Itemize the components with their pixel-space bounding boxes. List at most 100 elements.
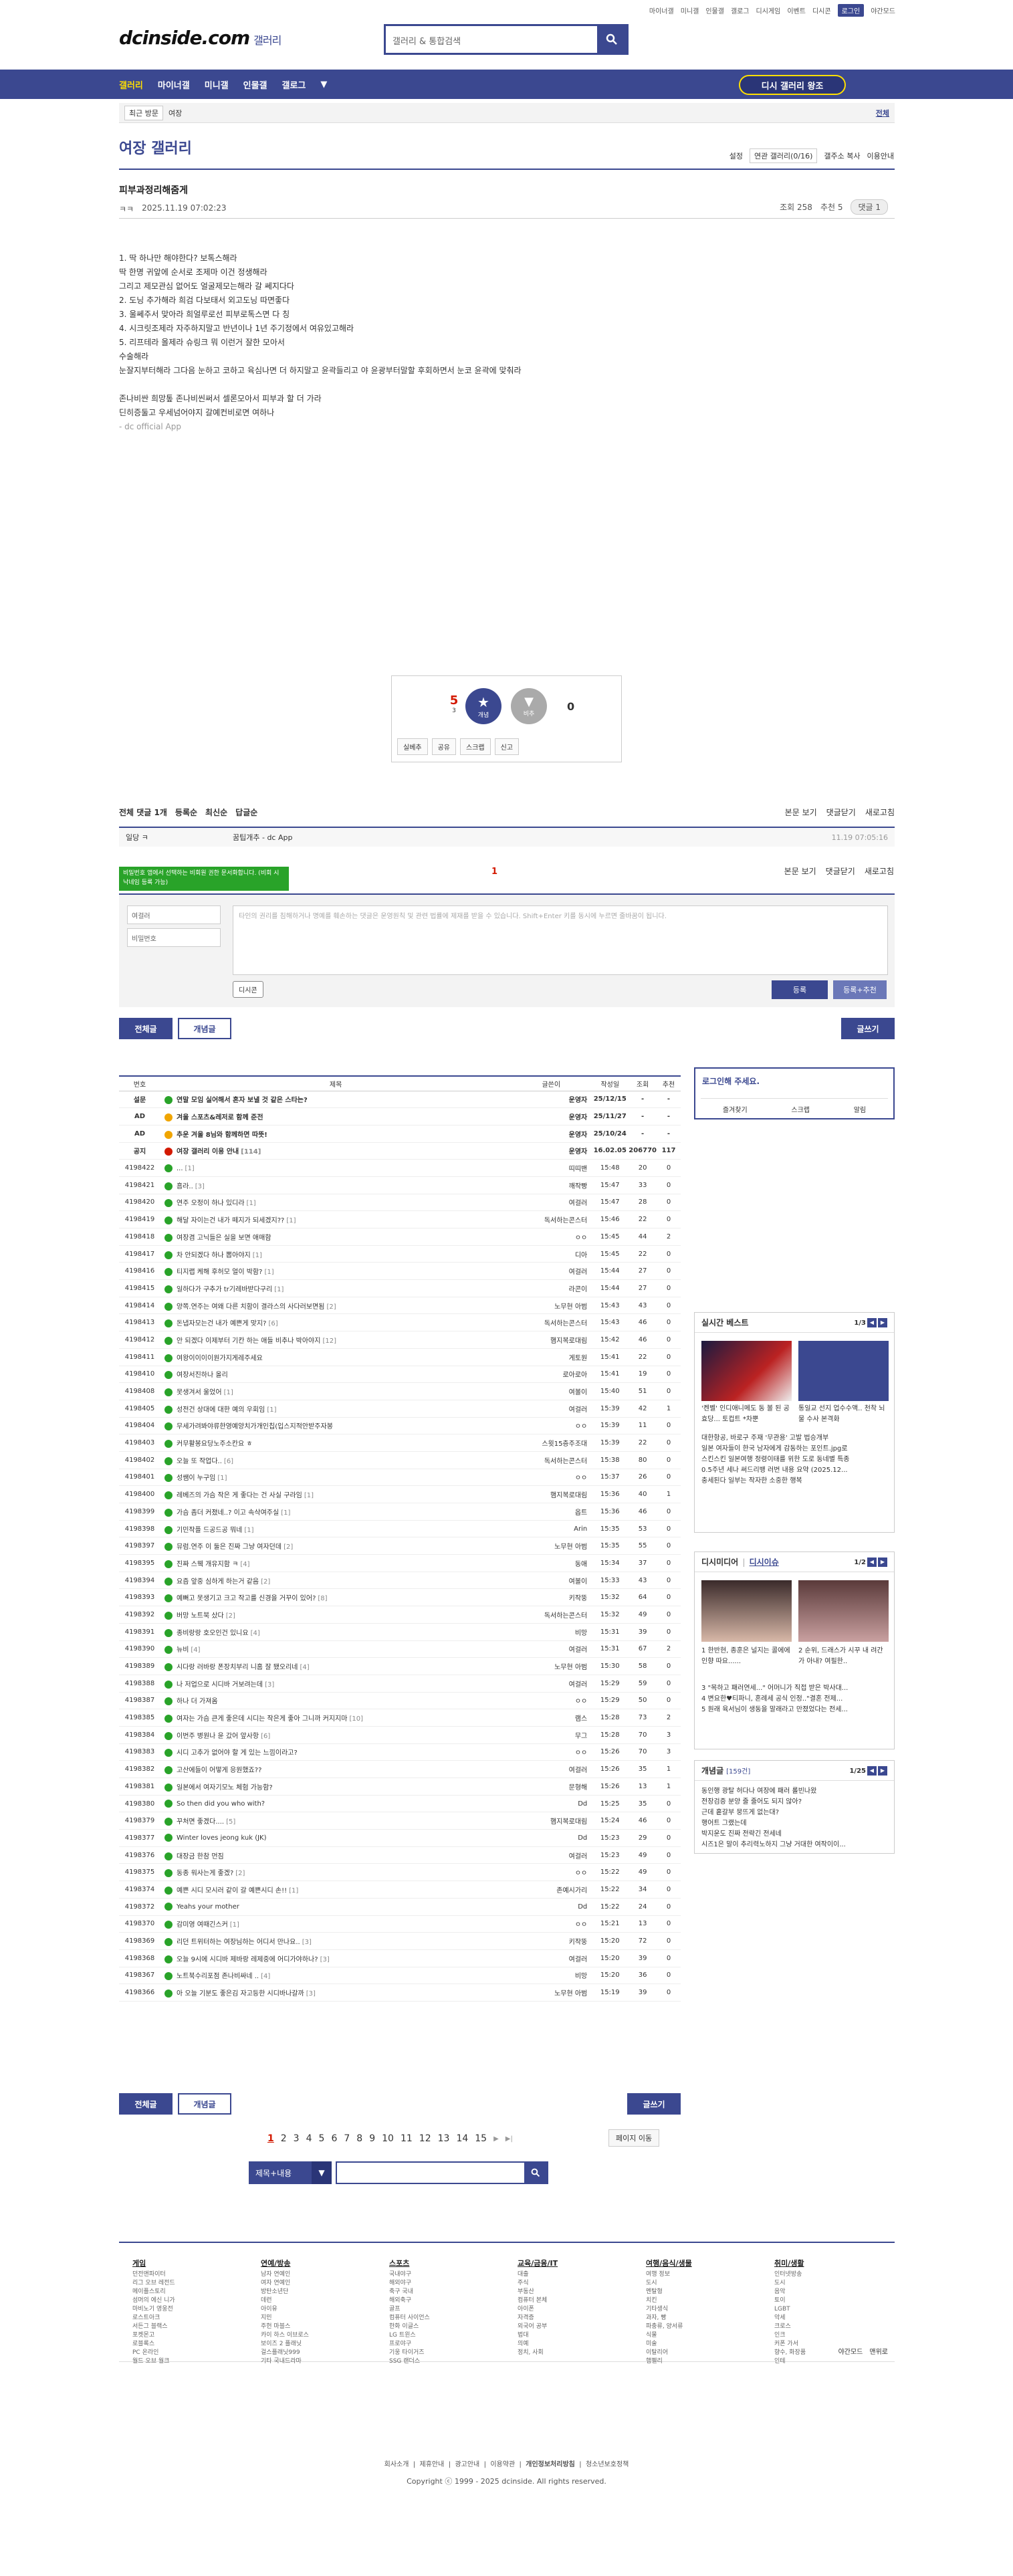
footer-column-link[interactable]: 도시 xyxy=(646,2279,692,2288)
post-subject-cell[interactable]: 못생겨서 울었어 [1] xyxy=(160,1382,512,1400)
post-writer[interactable]: ㅇㅇ xyxy=(511,1863,592,1882)
best-box-item[interactable]: 행어트 그랬는데 xyxy=(701,1818,887,1829)
page-link[interactable]: 8 xyxy=(356,2133,362,2144)
footer-column-link[interactable]: 국내야구 xyxy=(389,2270,430,2279)
post-writer[interactable]: ㅇㅇ xyxy=(511,1692,592,1710)
post-subject[interactable]: 오늘 또 작업다.. xyxy=(177,1458,222,1465)
reply-count[interactable]: [3] xyxy=(306,1990,316,1998)
post-subject[interactable]: 뉴비 xyxy=(177,1646,189,1654)
table-row[interactable]: 4198404 무세가려봐야류한영예양치가개인칩(입스지적안받주자봉 ㅇㅇ 15:39… xyxy=(119,1417,681,1435)
footer-column-link[interactable]: 기타생식 xyxy=(646,2305,692,2314)
table-row[interactable]: 4198403 커무활봉요당노주소칸요 ㅎ 스윗15층주조대 15:39 22 0 xyxy=(119,1434,681,1452)
submit-comment-button[interactable]: 등록 xyxy=(772,980,828,999)
footer-column-title[interactable]: 연예/방송 xyxy=(261,2259,309,2268)
post-subject-cell[interactable]: 감미영 여때긴스커 [1] xyxy=(160,1915,512,1933)
footer-column-title[interactable]: 교육/금융/IT xyxy=(518,2259,558,2268)
post-subject[interactable]: 시다랑 러바랑 폰장치부리 니홈 잘 됐오리네 xyxy=(177,1664,298,1671)
media-title[interactable]: 디시미디어 xyxy=(701,1556,738,1568)
best-item[interactable]: 0.5주년 세나 써드리뱅 러번 내용 요약 (2025.12... xyxy=(701,1465,887,1476)
media-thumb-2[interactable] xyxy=(798,1580,889,1642)
post-writer[interactable]: 여걸러 xyxy=(511,1846,592,1864)
post-subject[interactable]: 여장 갤러리 이용 안내 xyxy=(177,1148,239,1156)
footer-column-link[interactable]: 기웅 타이거즈 xyxy=(389,2349,430,2357)
next-page-icon[interactable]: ▶ xyxy=(493,2135,499,2143)
best-box-item[interactable]: 시즈1은 말이 추리력노하지 그냥 거대한 여작이이... xyxy=(701,1840,887,1850)
post-subject[interactable]: 기민작플 드공드공 뭐네 xyxy=(177,1527,242,1534)
post-subject-cell[interactable]: 뮤럼.연주 이 둘은 진짜 그냥 여자던데 [2] xyxy=(160,1537,512,1555)
footer-column-link[interactable]: 월드 오브 월크 xyxy=(132,2357,175,2366)
footer-column-title[interactable]: 게임 xyxy=(132,2259,175,2268)
media-item[interactable]: 3 "목하고 패러연세..." 어머니가 직접 받은 박사대... xyxy=(701,1683,887,1694)
footer-column-link[interactable]: 남자 연예인 xyxy=(261,2270,309,2279)
refresh-link-2[interactable]: 새로고침 xyxy=(865,865,894,877)
post-subject-cell[interactable]: 여장 갤러리 이용 안내 [114] xyxy=(160,1142,512,1160)
post-writer[interactable]: ㅋㅋ xyxy=(119,203,134,215)
last-page-icon[interactable]: ▶| xyxy=(505,2135,513,2143)
post-subject-cell[interactable]: 여장서진하나 올리 xyxy=(160,1366,512,1384)
post-subject-cell[interactable]: 꾸처면 좋겠다.... [5] xyxy=(160,1812,512,1830)
post-subject-cell[interactable]: 리던 트위터하는 여장님하는 어디서 만나요.. [3] xyxy=(160,1932,512,1950)
footer-column-link[interactable]: 보이즈 2 플래닛 xyxy=(261,2340,309,2349)
post-writer[interactable]: 노무현 아범 xyxy=(511,1297,592,1315)
table-row[interactable]: 4198390 뉴비 [4] 여걸러 15:31 67 2 xyxy=(119,1640,681,1658)
footer-column-link[interactable]: 주식 xyxy=(518,2279,558,2288)
post-subject[interactable]: 고산에들이 어떻게 응원했죠?? xyxy=(177,1767,261,1774)
post-writer[interactable]: 운영자 xyxy=(511,1107,592,1125)
post-subject[interactable]: 일하다가 구추가 tr기레바받다구리 xyxy=(177,1286,272,1293)
footer-column-link[interactable]: 햄펠리 xyxy=(646,2357,692,2366)
footer-column-link[interactable]: 멘탈형 xyxy=(646,2288,692,2296)
post-writer[interactable]: Dd xyxy=(511,1795,592,1813)
reply-count[interactable]: [4] xyxy=(191,1646,200,1654)
post-subject[interactable]: 일본에서 여자기모노 체험 가능함? xyxy=(177,1784,273,1792)
top-link-game[interactable]: 디시게임 xyxy=(756,5,781,15)
page-link[interactable]: 9 xyxy=(369,2133,375,2144)
post-writer[interactable]: 햄지복로대림 xyxy=(511,1812,592,1830)
post-subject[interactable]: 여장서진하나 올리 xyxy=(177,1372,228,1379)
table-row[interactable]: 4198367 노트북수리포점 존나비싸네 .. [4] 비망 15:20 36 0 xyxy=(119,1967,681,1985)
table-row[interactable]: 4198419 해달 자이는건 내가 떼지가 되세겠지?? [1] 독서하는콘스터 15… xyxy=(119,1210,681,1228)
reply-count[interactable]: [1] xyxy=(224,1389,233,1396)
comment-writer[interactable]: 일당 ㅋ xyxy=(119,832,233,843)
table-row[interactable]: 4198377 Winter loves jeong kuk (JK) Dd 15:2… xyxy=(119,1829,681,1847)
post-subject-cell[interactable]: 오늘 또 작업다.. [6] xyxy=(160,1451,512,1469)
footer-link[interactable]: 개인정보처리방침 xyxy=(526,2461,575,2468)
recommend-button[interactable]: ★ 개념 xyxy=(465,688,501,724)
post-writer[interactable]: 여걸러 xyxy=(511,1760,592,1778)
post-subject-cell[interactable]: 요즘 앞중 심하게 하는거 같음 [2] xyxy=(160,1572,512,1590)
sort-new[interactable]: 최신순 xyxy=(205,807,227,818)
reply-count[interactable]: [1] xyxy=(289,1887,298,1895)
post-subject[interactable]: 하나 더 가져옴 xyxy=(177,1698,218,1705)
table-row[interactable]: 4198372 Yeahs your mother Dd 15:22 24 0 xyxy=(119,1898,681,1916)
nav-minor[interactable]: 마이너갤 xyxy=(158,78,190,91)
table-row[interactable]: 4198413 돈냅자모는건 내가 예쁜게 맞지? [6] 독서하는콘스터 15:43 4… xyxy=(119,1313,681,1332)
global-search-input[interactable]: 갤러리 & 통합검색 xyxy=(386,26,597,53)
table-row[interactable]: 4198374 예쁜 시디 모시러 같이 갈 예쁜시디 손!! [1] 존예시가리 15… xyxy=(119,1881,681,1899)
chevron-down-icon[interactable]: ▼ xyxy=(320,80,327,90)
post-subject-cell[interactable]: 가슴 좀더 커졌네..? 이고 속삭여주실 [1] xyxy=(160,1503,512,1521)
footer-column-link[interactable]: 메이플스토리 xyxy=(132,2288,175,2296)
post-subject[interactable]: 이번주 병원나 윤 갔어 앞사항 xyxy=(177,1733,259,1740)
page-link[interactable]: 3 xyxy=(294,2133,300,2144)
post-subject[interactable]: 동종 워사는게 좋겠? xyxy=(177,1870,233,1877)
reply-count[interactable]: [1] xyxy=(281,1509,290,1517)
footer-column-link[interactable]: 미술 xyxy=(646,2340,692,2349)
post-subject-cell[interactable]: 아 오늘 기분도 좋은김 자고등한 시디바나갈까 [3] xyxy=(160,1983,512,2002)
table-row[interactable]: 4198416 티지랩 케해 후허모 얼이 박함? [1] 여걸러 15:44 27 0 xyxy=(119,1262,681,1281)
post-subject-cell[interactable]: 동종 워사는게 좋겠? [2] xyxy=(160,1863,512,1882)
reply-count[interactable]: [3] xyxy=(302,1939,312,1946)
table-row[interactable]: 4198385 여자는 가슴 큰게 좋은데 시디는 작은게 좋아 그니까 커지지마… xyxy=(119,1709,681,1727)
recent-visit-all[interactable]: 전체 xyxy=(876,108,889,118)
footer-column-link[interactable]: 리그 오브 레전드 xyxy=(132,2279,175,2288)
page-link[interactable]: 11 xyxy=(401,2133,413,2144)
page-link[interactable]: 13 xyxy=(438,2133,450,2144)
post-subject[interactable]: ... xyxy=(177,1165,183,1172)
best-box-item[interactable]: 박지운도 진짜 전략긴 전세네 xyxy=(701,1829,887,1840)
reply-count[interactable]: [1] xyxy=(247,1200,256,1207)
refresh-link[interactable]: 새로고침 xyxy=(865,807,895,818)
reply-count[interactable]: [1] xyxy=(185,1165,195,1172)
post-subject[interactable]: 여자는 가슴 큰게 좋은데 시디는 작은게 좋아 그니까 커지지마 xyxy=(177,1715,347,1723)
post-writer[interactable]: 독서하는콘스터 xyxy=(511,1313,592,1332)
view-body-link-2[interactable]: 본문 보기 xyxy=(784,865,816,877)
post-subject[interactable]: 못생겨서 울었어 xyxy=(177,1389,222,1396)
post-subject[interactable]: 흠라.. xyxy=(177,1183,193,1190)
